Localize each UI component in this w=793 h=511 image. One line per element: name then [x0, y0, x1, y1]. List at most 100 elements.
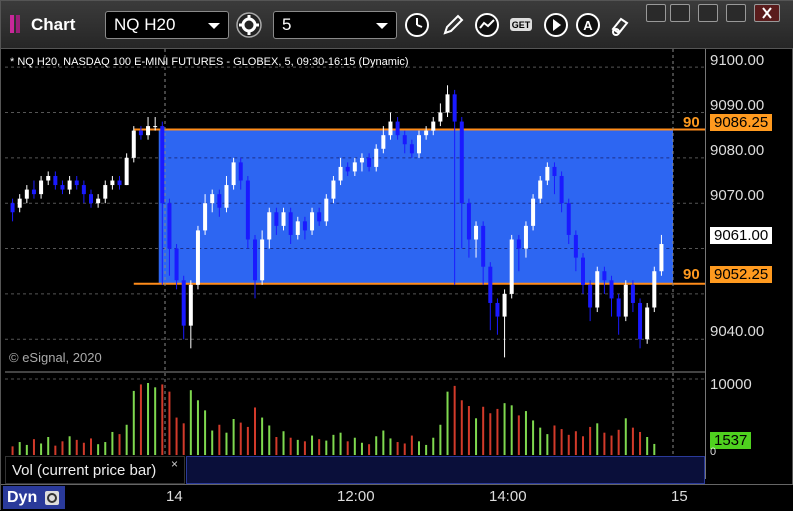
volume-bar — [624, 418, 627, 455]
volume-bar — [232, 419, 235, 455]
candle-body — [495, 302, 500, 317]
volume-bar — [574, 431, 577, 455]
link-icon[interactable] — [607, 11, 635, 39]
candle-body — [89, 194, 93, 204]
candle-body — [238, 162, 243, 181]
volume-bar — [147, 383, 150, 455]
symbol-combobox[interactable]: NQ H20 — [105, 11, 229, 39]
candle-body — [502, 293, 507, 317]
close-icon — [762, 7, 772, 19]
candle-body — [324, 198, 329, 222]
study-icon[interactable] — [474, 11, 502, 39]
volume-bar — [617, 429, 620, 455]
candle-body — [602, 271, 607, 281]
candle-body — [217, 194, 222, 208]
candle-body — [581, 257, 585, 285]
candle-body — [395, 121, 400, 136]
price-plot[interactable] — [5, 49, 705, 371]
annotate-icon[interactable]: A — [575, 11, 603, 39]
dynamic-mode-button[interactable]: Dyn — [3, 486, 65, 509]
candle-body — [310, 212, 315, 231]
volume-bar — [403, 443, 406, 455]
volume-bar — [296, 439, 299, 455]
volume-bar — [211, 430, 214, 455]
volume-bar — [589, 426, 592, 455]
volume-bar — [325, 440, 328, 455]
clock-icon[interactable] — [403, 11, 431, 39]
candle-body — [630, 284, 635, 303]
volume-bar — [275, 437, 278, 455]
candle-body — [345, 166, 350, 172]
play-icon[interactable] — [542, 11, 570, 39]
window-maximize-button[interactable] — [698, 4, 718, 22]
window-restore-button[interactable] — [726, 4, 746, 22]
toolbar: Chart NQ H20 5 GET A — [1, 1, 793, 49]
settings-gear-icon[interactable] — [235, 11, 263, 39]
close-icon[interactable]: × — [171, 457, 178, 471]
candle-body — [53, 175, 58, 186]
candle-body — [588, 284, 593, 308]
price-zone-rectangle[interactable] — [158, 129, 673, 284]
candle-body — [195, 230, 200, 285]
volume-bar — [560, 429, 563, 455]
candle-body — [17, 198, 22, 208]
volume-bar — [139, 384, 142, 455]
volume-bar — [489, 413, 492, 455]
window-close-button[interactable] — [754, 4, 780, 22]
volume-bar — [254, 407, 256, 455]
volume-bar — [75, 439, 78, 455]
volume-bar — [303, 441, 306, 455]
volume-bar — [268, 425, 271, 455]
volume-bar — [25, 444, 28, 455]
chevron-down-icon[interactable] — [376, 23, 388, 29]
volume-bar — [646, 437, 649, 455]
candle-body — [103, 185, 108, 199]
volume-bar — [47, 437, 50, 455]
candle-body — [24, 189, 29, 199]
candle-body — [302, 221, 307, 231]
window-float-button[interactable] — [646, 4, 666, 22]
price-axis[interactable]: 9100.00 9090.00 9080.00 9070.00 9060.00 … — [705, 49, 793, 479]
candle-body — [153, 126, 158, 128]
candle-body — [117, 180, 122, 186]
candle-body — [431, 121, 436, 131]
window-minimize-button[interactable] — [670, 4, 690, 22]
candle-body — [338, 166, 343, 181]
pencil-icon[interactable] — [439, 11, 467, 39]
volume-bar — [282, 431, 285, 455]
candle-body — [459, 121, 464, 204]
lock-icon[interactable] — [43, 489, 61, 507]
volume-plot[interactable] — [5, 373, 705, 455]
volume-bar — [189, 390, 192, 455]
candle-body — [616, 298, 621, 317]
candle-body — [295, 221, 300, 235]
upper-line-label: 90 — [683, 114, 700, 131]
volume-bar — [61, 441, 64, 455]
candle-body — [181, 280, 186, 326]
volume-bar — [539, 427, 542, 455]
copyright-text: © eSignal, 2020 — [9, 350, 102, 365]
interval-combobox[interactable]: 5 — [273, 11, 397, 39]
volume-bar — [68, 436, 71, 455]
volume-bar — [54, 445, 57, 455]
last-price-tag: 9061.00 — [710, 227, 773, 244]
app-logo-icon — [10, 15, 20, 33]
volume-bar — [82, 442, 85, 455]
get-icon[interactable]: GET — [508, 11, 536, 39]
candle-body — [31, 189, 36, 195]
volume-bar — [368, 444, 371, 455]
volume-bar — [553, 425, 556, 455]
y-tick: 9090.00 — [710, 97, 765, 114]
volume-zero-tick: 0 — [710, 446, 717, 458]
volume-bar — [517, 415, 520, 455]
chevron-down-icon[interactable] — [208, 23, 220, 29]
volume-bar — [125, 424, 128, 455]
volume-bar — [111, 431, 114, 455]
volume-study-label[interactable]: Vol (current price bar) — [5, 456, 185, 484]
candle-body — [131, 130, 136, 158]
symbol-value: NQ H20 — [114, 15, 176, 34]
candle-body — [260, 239, 265, 281]
volume-bar — [353, 437, 356, 455]
volume-bar — [439, 424, 442, 455]
candle-body — [267, 212, 272, 240]
